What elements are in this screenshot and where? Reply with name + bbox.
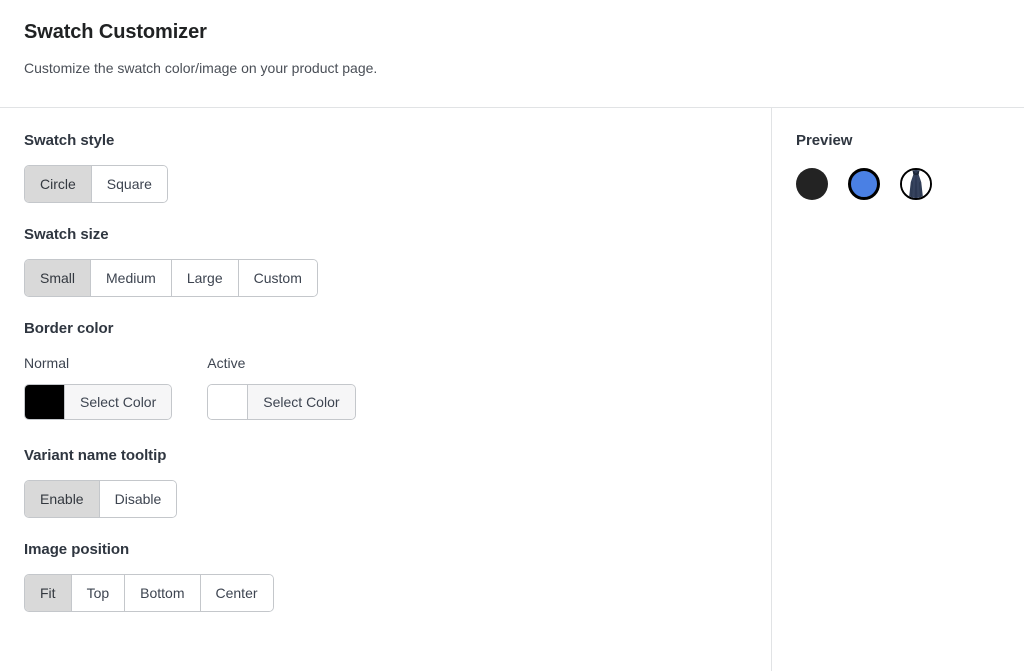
- swatch-style-option-circle[interactable]: Circle: [25, 166, 91, 202]
- field-image-position: Image position Fit Top Bottom Center: [24, 539, 747, 612]
- border-color-active-chip[interactable]: [208, 385, 249, 419]
- swatch-size-option-medium[interactable]: Medium: [90, 260, 171, 296]
- border-color-active-select-button[interactable]: Select Color: [248, 385, 355, 419]
- image-position-label: Image position: [24, 541, 130, 558]
- border-color-normal-label: Normal: [24, 355, 70, 371]
- image-position-option-bottom[interactable]: Bottom: [124, 575, 200, 611]
- field-border-color: Border color Normal Select Color Active: [24, 318, 747, 424]
- settings-column: Swatch style Circle Square Swatch size S…: [0, 108, 772, 671]
- swatch-size-option-large[interactable]: Large: [170, 260, 238, 296]
- image-position-option-fit[interactable]: Fit: [25, 575, 71, 611]
- swatch-size-option-small[interactable]: Small: [25, 260, 91, 296]
- image-position-option-center[interactable]: Center: [199, 575, 273, 611]
- preview-swatch-list: [796, 168, 1000, 200]
- field-swatch-style: Swatch style Circle Square: [24, 130, 747, 203]
- swatch-size-option-custom[interactable]: Custom: [237, 260, 317, 296]
- swatch-size-label: Swatch size: [24, 226, 109, 243]
- variant-name-tooltip-label: Variant name tooltip: [24, 447, 167, 464]
- border-color-normal-chip[interactable]: [25, 385, 65, 419]
- swatch-preview-blue-active[interactable]: [848, 168, 880, 200]
- border-color-normal-picker[interactable]: Select Color: [24, 384, 173, 420]
- border-color-active-label: Active: [207, 355, 246, 371]
- preview-column: Preview: [772, 108, 1024, 671]
- swatch-style-option-square[interactable]: Square: [90, 166, 167, 202]
- page-header: Swatch Customizer Customize the swatch c…: [0, 0, 1024, 108]
- border-color-active-group: Active Select Color: [207, 353, 356, 424]
- variant-name-tooltip-segmented-group[interactable]: Enable Disable: [24, 480, 178, 518]
- field-variant-name-tooltip: Variant name tooltip Enable Disable: [24, 445, 747, 518]
- page-subtitle: Customize the swatch color/image on your…: [24, 60, 378, 76]
- swatch-style-label: Swatch style: [24, 132, 115, 149]
- border-color-label: Border color: [24, 320, 114, 337]
- border-color-normal-select-button[interactable]: Select Color: [65, 385, 172, 419]
- field-swatch-size: Swatch size Small Medium Large Custom: [24, 224, 747, 297]
- page-body: Swatch style Circle Square Swatch size S…: [0, 108, 1024, 671]
- variant-name-tooltip-option-disable[interactable]: Disable: [98, 481, 177, 517]
- border-color-normal-group: Normal Select Color: [24, 353, 173, 424]
- preview-title: Preview: [796, 132, 853, 149]
- variant-name-tooltip-option-enable[interactable]: Enable: [25, 481, 99, 517]
- swatch-style-segmented-group[interactable]: Circle Square: [24, 165, 168, 203]
- swatch-preview-dark[interactable]: [796, 168, 828, 200]
- border-color-row: Normal Select Color Active Select Color: [24, 353, 747, 424]
- swatch-customizer-page: Swatch Customizer Customize the swatch c…: [0, 0, 1024, 671]
- border-color-active-picker[interactable]: Select Color: [207, 384, 356, 420]
- swatch-size-segmented-group[interactable]: Small Medium Large Custom: [24, 259, 318, 297]
- page-title: Swatch Customizer: [24, 21, 207, 43]
- image-position-option-top[interactable]: Top: [70, 575, 125, 611]
- image-position-segmented-group[interactable]: Fit Top Bottom Center: [24, 574, 274, 612]
- dress-image: [902, 170, 930, 198]
- swatch-preview-image[interactable]: [900, 168, 932, 200]
